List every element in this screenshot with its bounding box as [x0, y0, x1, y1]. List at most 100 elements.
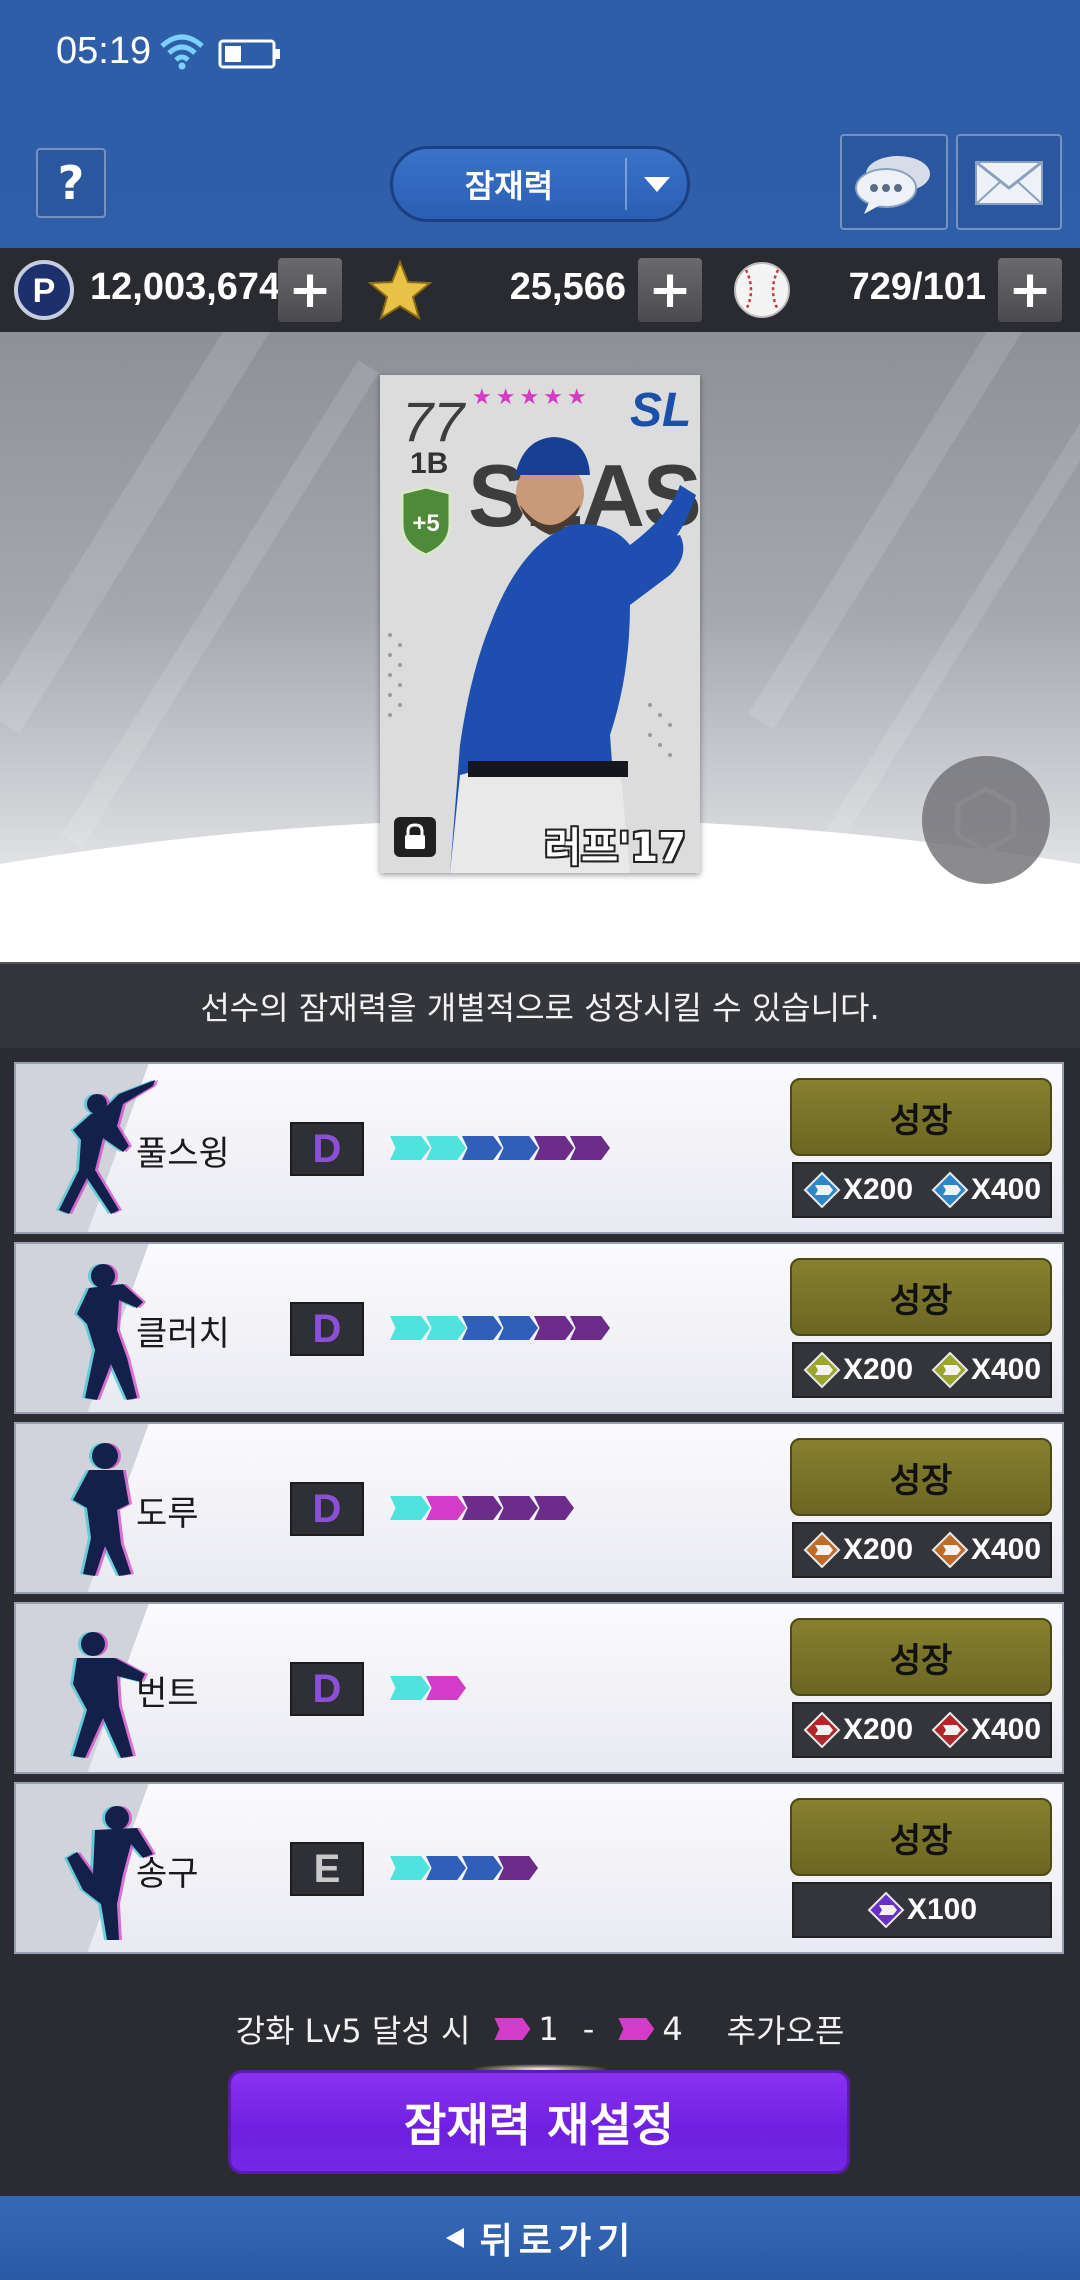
pip: [462, 1856, 502, 1880]
grade-badge: D: [290, 1482, 364, 1536]
add-points-button[interactable]: +: [278, 258, 342, 322]
potential-row: 번트 D 성장 X200 X400: [14, 1602, 1064, 1774]
potential-label: 풀스윙: [136, 1134, 230, 1174]
pip: [390, 1856, 430, 1880]
grow-button[interactable]: 성장: [790, 1438, 1052, 1516]
cost-value: X200: [842, 1533, 914, 1566]
reset-potential-button[interactable]: 잠재력 재설정: [228, 2070, 850, 2174]
currency-bar: P 12,003,674 + 25,566 + 729/101 +: [0, 248, 1080, 332]
add-stars-button[interactable]: +: [638, 258, 702, 322]
pip: [426, 1676, 466, 1700]
help-button[interactable]: ?: [36, 148, 106, 218]
cost-box: X200 X400: [792, 1162, 1052, 1218]
back-arrow-icon: [445, 2228, 464, 2248]
grade-badge: D: [290, 1662, 364, 1716]
lock-button[interactable]: [394, 817, 436, 857]
baseball-icon: [734, 262, 790, 318]
chevron-down-icon: [644, 177, 670, 192]
hexagon-button[interactable]: [922, 756, 1050, 884]
pip: [534, 1316, 574, 1340]
pip: [498, 1496, 538, 1520]
grow-button[interactable]: 성장: [790, 1258, 1052, 1336]
pip-icon: [618, 2018, 655, 2040]
grow-button[interactable]: 성장: [790, 1798, 1052, 1876]
potential-row: 클러치 D 성장 X200 X400: [14, 1242, 1064, 1414]
grow-button[interactable]: 성장: [790, 1078, 1052, 1156]
cost-box: X200 X400: [792, 1522, 1052, 1578]
point-coin-icon: P: [14, 260, 74, 320]
grow-button[interactable]: 성장: [790, 1618, 1052, 1696]
potential-gem-icon: [803, 1351, 841, 1389]
pip: [498, 1316, 538, 1340]
card-overall-rating: 77: [402, 390, 465, 453]
potential-pips: [390, 1136, 610, 1162]
back-button[interactable]: 뒤로가기: [0, 2196, 1080, 2280]
cost-value: X100: [906, 1893, 978, 1926]
status-time: 05:19: [56, 30, 152, 72]
pip: [426, 1136, 466, 1160]
potential-label: 도루: [136, 1494, 199, 1534]
hexagon-icon: [955, 786, 1017, 854]
potential-label: 번트: [136, 1674, 199, 1714]
pip: [390, 1496, 430, 1520]
player-card[interactable]: SEASON 77 1B ★★★★★ SL +5 러프'17: [380, 375, 700, 873]
potential-pips: [390, 1496, 574, 1522]
potential-gem-icon: [931, 1171, 969, 1209]
unlock-note: 강화 Lv5 달성 시 1 - 4 추가오픈: [0, 2004, 1080, 2054]
potential-pips: [390, 1856, 538, 1882]
cost-value: X400: [970, 1173, 1042, 1206]
enhance-shield-icon: +5: [400, 487, 452, 557]
chat-bubbles-icon: [855, 156, 930, 214]
mode-dropdown[interactable]: 잠재력: [390, 146, 690, 222]
mail-button[interactable]: [956, 134, 1062, 230]
stars-value: 25,566: [509, 266, 626, 308]
pip: [462, 1496, 502, 1520]
pip: [570, 1316, 610, 1340]
potential-gem-icon: [931, 1351, 969, 1389]
potential-gem-icon: [931, 1711, 969, 1749]
cost-box: X200 X400: [792, 1702, 1052, 1758]
svg-text:P: P: [33, 272, 56, 310]
card-team-logo: SL: [630, 384, 692, 437]
pip: [390, 1316, 430, 1340]
cost-item: X200: [803, 1711, 913, 1749]
unlock-note-from: 1: [538, 2010, 559, 2048]
unlock-note-suffix: 추가오픈: [726, 2012, 845, 2050]
pip: [390, 1136, 430, 1160]
grade-badge: E: [290, 1842, 364, 1896]
pip: [426, 1496, 466, 1520]
pip: [390, 1676, 430, 1700]
info-text: 선수의 잠재력을 개별적으로 성장시킬 수 있습니다.: [0, 962, 1080, 1048]
card-position: 1B: [410, 447, 449, 480]
potential-label: 송구: [136, 1854, 199, 1894]
svg-text:+5: +5: [412, 510, 439, 537]
cost-item: X100: [867, 1891, 977, 1929]
cost-value: X200: [842, 1353, 914, 1386]
unlock-note-to: 4: [662, 2010, 683, 2048]
potential-pips: [390, 1676, 466, 1702]
cost-value: X200: [842, 1713, 914, 1746]
potential-gem-icon: [803, 1171, 841, 1209]
unlock-note-prefix: 강화 Lv5 달성 시: [235, 2012, 471, 2050]
cost-value: X400: [970, 1713, 1042, 1746]
potential-gem-icon: [803, 1711, 841, 1749]
grade-badge: D: [290, 1302, 364, 1356]
pip: [498, 1136, 538, 1160]
pip: [534, 1496, 574, 1520]
potential-pips: [390, 1316, 610, 1342]
add-balls-button[interactable]: +: [998, 258, 1062, 322]
cost-value: X400: [970, 1353, 1042, 1386]
pip: [426, 1856, 466, 1880]
cost-value: X400: [970, 1533, 1042, 1566]
cost-item: X200: [803, 1171, 913, 1209]
balls-value: 729/101: [848, 266, 986, 308]
star-icon: [368, 259, 432, 321]
cost-value: X200: [842, 1173, 914, 1206]
cost-item: X400: [931, 1531, 1041, 1569]
cost-box: X200 X400: [792, 1342, 1052, 1398]
chat-button[interactable]: [840, 134, 948, 230]
pip: [498, 1856, 538, 1880]
unlock-note-dash: -: [582, 2010, 595, 2048]
cost-box: X100: [792, 1882, 1052, 1938]
cost-item: X400: [931, 1351, 1041, 1389]
